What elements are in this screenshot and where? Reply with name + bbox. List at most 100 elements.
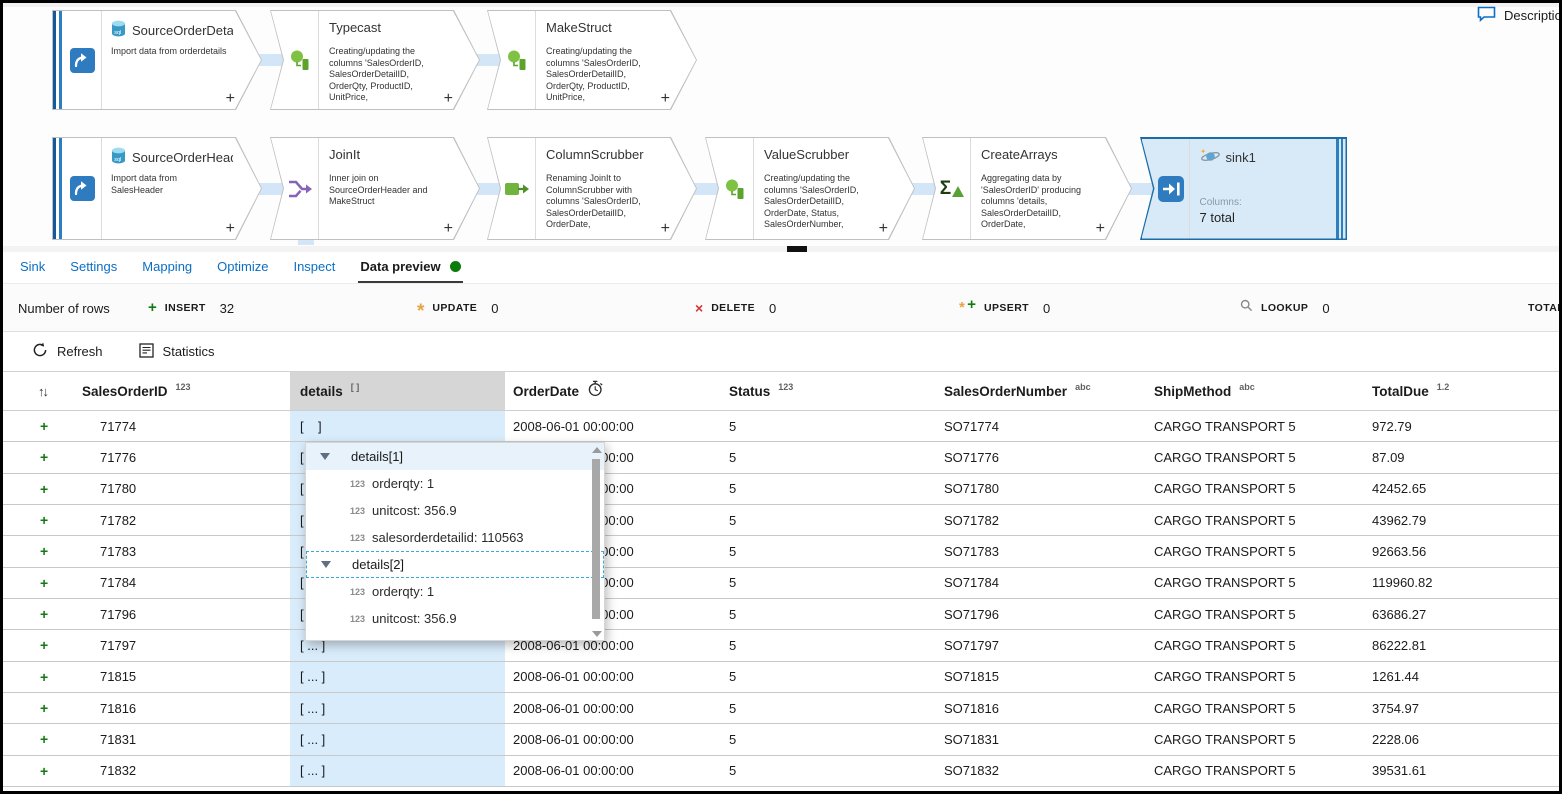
tab-optimize[interactable]: Optimize [215, 252, 270, 283]
node-title-text: SourceOrderDetails [132, 23, 233, 38]
node-title: MakeStruct [546, 20, 668, 35]
column-header-shipmethod[interactable]: ShipMethodabc [1152, 372, 1370, 410]
cell-details[interactable]: [ ... ] [290, 756, 505, 786]
tab-sink[interactable]: Sink [18, 252, 47, 283]
insert-plus-icon: + [40, 763, 48, 779]
column-header-row-marker[interactable]: ↑↓ [0, 372, 82, 410]
cell-value: 5 [729, 732, 736, 747]
add-transformation-button[interactable]: + [444, 90, 453, 108]
cell-value: SO71774 [944, 419, 999, 434]
add-transformation-button[interactable]: + [1096, 220, 1105, 238]
stat-label: UPDATE [432, 302, 477, 314]
number-type-badge: 123 [350, 614, 372, 624]
number-type-badge: 123 [350, 641, 372, 642]
node-separator [101, 11, 102, 109]
node-createarrays[interactable]: ΣCreateArraysAggregating data by 'SalesO… [922, 137, 1132, 240]
aggregate-icon: Σ [940, 179, 964, 198]
date-type-icon [587, 380, 604, 399]
lookup-search-icon [1240, 299, 1253, 317]
cell-shipmethod: CARGO TRANSPORT 5 [1152, 505, 1370, 535]
row-insert-marker-cell: + [0, 662, 82, 692]
column-header-details[interactable]: details[ ] [290, 372, 505, 410]
cell-totaldue: 86222.81 [1370, 630, 1556, 660]
add-transformation-button[interactable]: + [444, 220, 453, 238]
column-header-salesordernumber[interactable]: SalesOrderNumberabc [943, 372, 1152, 410]
cell-value: 2008-06-01 00:00:00 [513, 701, 634, 716]
scroll-up-arrow-icon[interactable] [592, 447, 602, 453]
popup-scrollbar[interactable] [590, 447, 602, 637]
sort-icon[interactable]: ↑↓ [38, 384, 47, 399]
node-joinit[interactable]: JoinItInner join on SourceOrderHeader an… [270, 137, 480, 240]
table-header-row: ↑↓ SalesOrderID123details[ ]OrderDateStat… [0, 371, 1562, 411]
column-header-salesorderid[interactable]: SalesOrderID123 [82, 372, 290, 410]
tab-data-preview[interactable]: Data preview [358, 252, 462, 283]
cell-value: SO71784 [944, 575, 999, 590]
insert-plus-icon: + [40, 669, 48, 685]
node-sourceorderheader[interactable]: sqlSourceOrderHeaderImport data from Sal… [52, 137, 262, 240]
refresh-icon [32, 342, 48, 361]
add-transformation-button[interactable]: + [226, 90, 235, 108]
details-group-label: details[2] [352, 557, 404, 572]
node-typecast[interactable]: TypecastCreating/updating the columns 'S… [270, 10, 480, 110]
details-field-row: 123orderqty: 1 [306, 578, 604, 605]
cell-value: 43962.79 [1372, 513, 1426, 528]
sink-columns-label: Columns: [1200, 197, 1242, 208]
preview-toolbar: Refresh Statistics [0, 332, 1562, 371]
details-field-text: salesorderdetailid: 110563 [372, 530, 524, 545]
cell-salesorderid: 71774 [82, 411, 290, 441]
stat-value: 0 [491, 301, 498, 316]
scroll-down-arrow-icon[interactable] [592, 631, 602, 637]
node-valuescrubber[interactable]: ValueScrubberCreating/updating the colum… [705, 137, 915, 240]
details-field-text: unitcost: 356.9 [372, 611, 457, 626]
column-header-orderdate[interactable]: OrderDate [505, 372, 728, 410]
expand-triangle-icon[interactable] [321, 561, 331, 568]
add-transformation-button[interactable]: + [879, 220, 888, 238]
details-group-header[interactable]: details[1] [306, 443, 604, 470]
node-sourceorderdetails[interactable]: sqlSourceOrderDetailsImport data from or… [52, 10, 262, 110]
tab-label: Data preview [360, 259, 440, 274]
node-columnscrubber[interactable]: ColumnScrubberRenaming JoinIt to ColumnS… [487, 137, 697, 240]
tab-settings[interactable]: Settings [68, 252, 119, 283]
expand-triangle-icon[interactable] [320, 453, 330, 460]
sigma-glyph: Σ [940, 179, 951, 198]
add-transformation-button[interactable]: + [661, 220, 670, 238]
cell-details[interactable]: [ ... ] [290, 724, 505, 754]
details-group-header[interactable]: details[2] [306, 551, 604, 578]
column-header-totaldue[interactable]: TotalDue1.2 [1370, 372, 1556, 410]
add-transformation-button[interactable]: + [226, 220, 235, 238]
column-header-status[interactable]: Status123 [728, 372, 943, 410]
cell-value: SO71776 [944, 450, 999, 465]
tab-mapping[interactable]: Mapping [140, 252, 194, 283]
stat-label: INSERT [165, 302, 206, 314]
node-sink1[interactable]: sink1Columns:7 total [1140, 137, 1347, 240]
tab-bar: Sink Settings Mapping Optimize Inspect Data p… [0, 252, 1562, 284]
upsert-asterisk-icon: * [959, 304, 965, 318]
tab-inspect[interactable]: Inspect [291, 252, 337, 283]
cell-shipmethod: CARGO TRANSPORT 5 [1152, 724, 1370, 754]
cell-status: 5 [728, 724, 943, 754]
selected-bar-icon [1336, 139, 1339, 239]
statistics-button[interactable]: Statistics [139, 343, 215, 361]
cell-shipmethod: CARGO TRANSPORT 5 [1152, 693, 1370, 723]
row-insert-marker-cell: + [0, 756, 82, 786]
refresh-button[interactable]: Refresh [32, 342, 103, 361]
row-insert-marker-cell: + [0, 599, 82, 629]
popup-scrollbar-thumb[interactable] [592, 459, 600, 619]
cell-value: 119960.82 [1372, 575, 1433, 590]
cell-totaldue: 43962.79 [1370, 505, 1556, 535]
stat-update: *UPDATE0 [417, 284, 498, 332]
cell-shipmethod: CARGO TRANSPORT 5 [1152, 756, 1370, 786]
cell-value: CARGO TRANSPORT 5 [1154, 763, 1296, 778]
node-body: JoinItInner join on SourceOrderHeader an… [271, 138, 479, 239]
cell-details[interactable]: [ ... ] [290, 662, 505, 692]
node-makestruct[interactable]: MakeStructCreating/updating the columns … [487, 10, 697, 110]
stream-bar-icon [53, 138, 56, 239]
cell-details[interactable]: [ ] [290, 411, 505, 441]
description-button[interactable]: Description [1477, 0, 1562, 30]
insert-plus-icon: + [40, 449, 48, 465]
cell-details[interactable]: [ ... ] [290, 693, 505, 723]
cell-value: 42452.65 [1372, 481, 1426, 496]
number-of-rows-label: Number of rows [18, 284, 110, 332]
add-transformation-button[interactable]: + [661, 90, 670, 108]
node-body: ColumnScrubberRenaming JoinIt to ColumnS… [488, 138, 696, 239]
